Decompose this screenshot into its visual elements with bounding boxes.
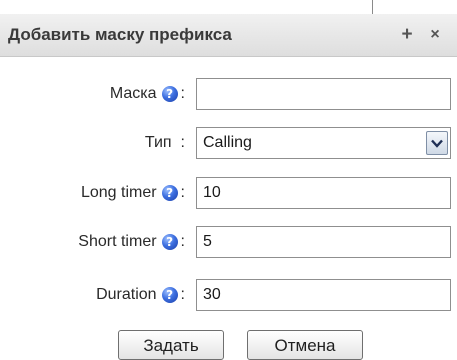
type-label-group: Тип : xyxy=(145,127,185,159)
long-timer-row: Long timer ? : 10 xyxy=(0,177,457,209)
dialog-title: Добавить маску префикса xyxy=(8,25,232,44)
type-select-value: Calling xyxy=(203,134,252,151)
add-prefix-mask-dialog: Добавить маску префикса + × Маска ? : Ти… xyxy=(0,0,457,360)
long-timer-input[interactable]: 10 xyxy=(196,177,451,209)
mask-input[interactable] xyxy=(196,78,451,110)
help-icon[interactable]: ? xyxy=(161,287,178,303)
add-icon[interactable]: + xyxy=(398,14,416,56)
dialog-title-bar[interactable]: Добавить маску префикса + × xyxy=(0,14,457,57)
colon: : xyxy=(180,85,185,102)
title-divider xyxy=(372,0,373,14)
cancel-button[interactable]: Отмена xyxy=(247,330,363,360)
duration-label-group: Duration ? : xyxy=(96,279,185,311)
colon: : xyxy=(180,233,185,250)
mask-label: Маска xyxy=(109,85,157,102)
colon: : xyxy=(180,134,185,151)
close-icon[interactable]: × xyxy=(426,14,444,56)
chevron-down-icon[interactable] xyxy=(426,131,448,155)
type-row: Тип : Calling xyxy=(0,127,457,159)
short-timer-label-group: Short timer ? : xyxy=(78,226,185,258)
help-icon[interactable]: ? xyxy=(161,86,178,102)
help-icon[interactable]: ? xyxy=(161,185,178,201)
short-timer-input[interactable]: 5 xyxy=(196,226,451,258)
short-timer-row: Short timer ? : 5 xyxy=(0,226,457,258)
type-select[interactable]: Calling xyxy=(196,127,451,159)
colon: : xyxy=(180,184,185,201)
type-label: Тип xyxy=(144,134,172,151)
duration-label: Duration xyxy=(96,286,157,303)
duration-row: Duration ? : 30 xyxy=(0,279,457,311)
submit-button[interactable]: Задать xyxy=(118,330,224,360)
long-timer-label-group: Long timer ? : xyxy=(81,177,185,209)
colon: : xyxy=(180,286,185,303)
mask-label-group: Маска ? : xyxy=(110,78,185,110)
help-icon[interactable]: ? xyxy=(161,234,178,250)
duration-input[interactable]: 30 xyxy=(196,279,451,311)
mask-row: Маска ? : xyxy=(0,78,457,110)
short-timer-label: Short timer xyxy=(78,233,157,250)
long-timer-label: Long timer xyxy=(80,184,157,201)
